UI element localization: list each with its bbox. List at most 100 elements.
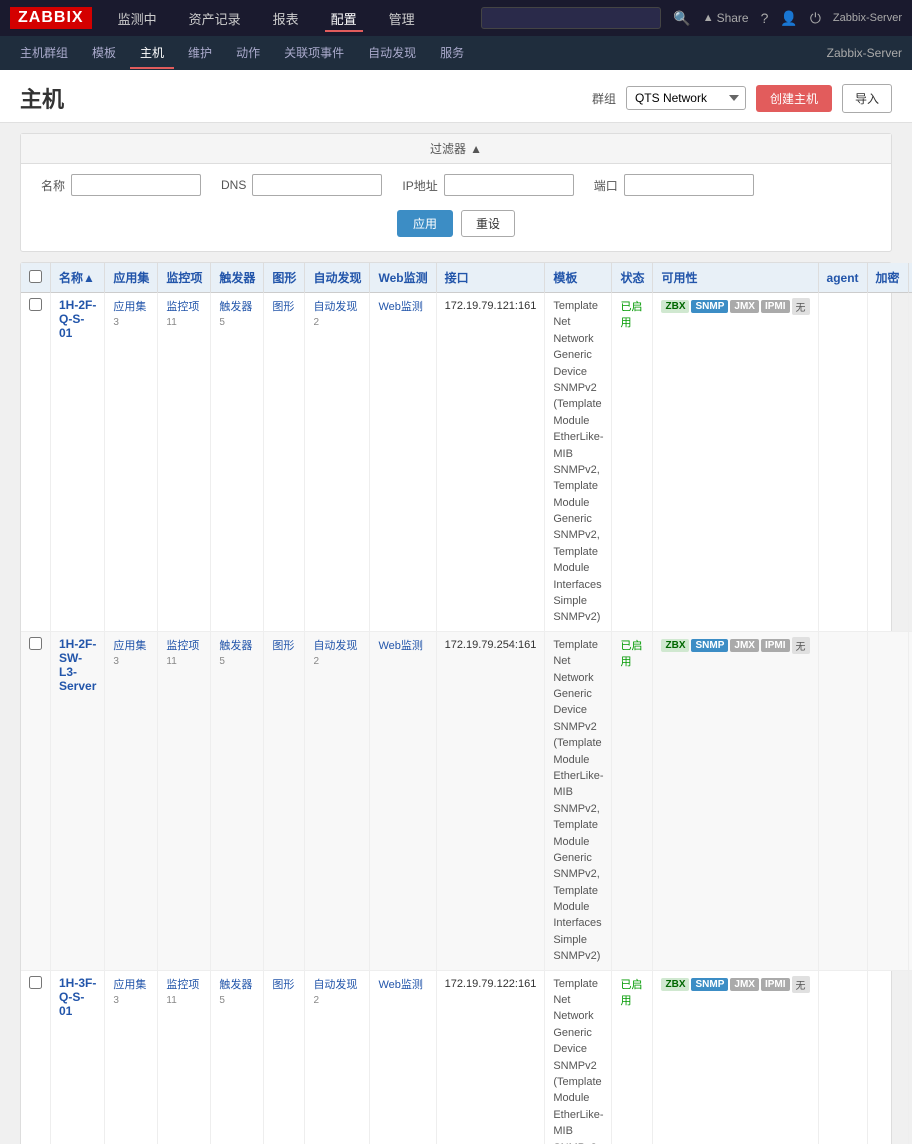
host-link[interactable]: 1H-2F-Q-S-01 — [59, 298, 96, 340]
import-button[interactable]: 导入 — [842, 84, 892, 113]
share-icon: ▲ — [703, 12, 714, 24]
monitor-link[interactable]: 监控项11 — [166, 640, 199, 667]
nav-services[interactable]: 服务 — [430, 38, 474, 69]
col-graphs: 图形 — [264, 263, 305, 293]
hosts-table-section: 名称▲ 应用集 监控项 触发器 图形 自动发现 Web监测 接口 模板 状态 可… — [20, 262, 892, 1144]
trigger-link[interactable]: 触发器5 — [219, 979, 252, 1006]
nav-assets[interactable]: 资产记录 — [183, 5, 247, 32]
row-checkbox-cell — [21, 970, 51, 1144]
share-button[interactable]: ▲ Share — [703, 11, 749, 25]
discover-link[interactable]: 自动发现2 — [313, 979, 357, 1006]
row-template-cell: Template Net Network Generic Device SNMP… — [545, 970, 612, 1144]
row-checkbox[interactable] — [29, 976, 42, 989]
ip-field: IP地址 — [402, 174, 573, 196]
badge-ipmi: IPMI — [761, 978, 790, 991]
row-template-cell: Template Net Network Generic Device SNMP… — [545, 293, 612, 632]
graph-link[interactable]: 图形 — [272, 979, 294, 991]
nav-reports[interactable]: 报表 — [267, 5, 305, 32]
row-trigger-cell: 触发器5 — [211, 293, 264, 632]
search-input[interactable] — [481, 7, 661, 29]
filter-section: 过滤器 ▲ 名称 DNS IP地址 端口 — [20, 133, 892, 252]
badge-ipmi: IPMI — [761, 639, 790, 652]
graph-link[interactable]: 图形 — [272, 640, 294, 652]
power-icon[interactable]: ⏻ — [810, 10, 821, 27]
badge-snmp: SNMP — [691, 639, 728, 652]
col-availability: 可用性 — [653, 263, 818, 293]
nav-monitor[interactable]: 监测中 — [112, 5, 163, 32]
nav-actions[interactable]: 动作 — [226, 38, 270, 69]
ip-label: IP地址 — [402, 177, 437, 194]
user-icon[interactable]: 👤 — [780, 10, 797, 27]
ip-text: 172.19.79.122:161 — [445, 978, 537, 990]
row-checkbox[interactable] — [29, 637, 42, 650]
app-link[interactable]: 应用集3 — [113, 640, 146, 667]
group-label: 群组 — [592, 90, 616, 107]
row-status-cell: 已启用 — [612, 631, 653, 970]
status-label: 已启用 — [620, 640, 642, 668]
name-field: 名称 — [41, 174, 201, 196]
nav-maintenance[interactable]: 维护 — [178, 38, 222, 69]
monitor-link[interactable]: 监控项11 — [166, 979, 199, 1006]
ip-text: 172.19.79.254:161 — [445, 639, 537, 651]
app-link[interactable]: 应用集3 — [113, 979, 146, 1006]
row-monitor-cell: 监控项11 — [158, 631, 211, 970]
badge-jmx: JMX — [730, 639, 759, 652]
create-host-button[interactable]: 创建主机 — [756, 85, 832, 112]
col-checkbox — [21, 263, 51, 293]
discover-link[interactable]: 自动发现2 — [313, 640, 357, 667]
row-app-cell: 应用集3 — [105, 631, 158, 970]
row-name-cell: 1H-2F-SW-L3-Server — [51, 631, 105, 970]
top-nav: ZABBIX 监测中 资产记录 报表 配置 管理 🔍 ▲ Share ? 👤 ⏻… — [0, 0, 912, 36]
nav-admin[interactable]: 管理 — [383, 5, 421, 32]
apply-button[interactable]: 应用 — [397, 210, 453, 237]
header-right: 群组 QTS Network 创建主机 导入 — [592, 84, 892, 113]
nav-templates[interactable]: 模板 — [82, 38, 126, 69]
badge-zbx: ZBX — [661, 300, 689, 313]
row-checkbox-cell — [21, 631, 51, 970]
row-encrypt-cell — [867, 970, 908, 1144]
badge-none: 无 — [792, 298, 810, 315]
trigger-link[interactable]: 触发器5 — [219, 640, 252, 667]
discover-link[interactable]: 自动发现2 — [313, 301, 357, 328]
name-input[interactable] — [71, 174, 201, 196]
port-input[interactable] — [624, 174, 754, 196]
filter-row: 名称 DNS IP地址 端口 — [41, 174, 871, 196]
dns-input[interactable] — [252, 174, 382, 196]
col-triggers: 触发器 — [211, 263, 264, 293]
trigger-link[interactable]: 触发器5 — [219, 301, 252, 328]
row-ip-cell: 172.19.79.122:161 — [436, 970, 545, 1144]
col-interface: 接口 — [436, 263, 545, 293]
row-avail-cell: ZBX SNMP JMX IPMI 无 — [653, 631, 818, 970]
graph-link[interactable]: 图形 — [272, 301, 294, 313]
row-checkbox[interactable] — [29, 298, 42, 311]
col-status: 状态 — [612, 263, 653, 293]
ip-input[interactable] — [444, 174, 574, 196]
filter-chevron-icon: ▲ — [470, 142, 482, 156]
row-status-cell: 已启用 — [612, 293, 653, 632]
web-link[interactable]: Web监测 — [378, 640, 422, 652]
host-link[interactable]: 1H-2F-SW-L3-Server — [59, 637, 96, 693]
web-link[interactable]: Web监测 — [378, 301, 422, 313]
row-agent-cell — [818, 293, 867, 632]
nav-correlation[interactable]: 关联项事件 — [274, 38, 354, 69]
filter-toggle[interactable]: 过滤器 ▲ — [21, 134, 891, 164]
nav-hostgroups[interactable]: 主机群组 — [10, 38, 78, 69]
filter-actions: 应用 重设 — [41, 204, 871, 241]
app-link[interactable]: 应用集3 — [113, 301, 146, 328]
search-icon[interactable]: 🔍 — [673, 10, 690, 27]
reset-button[interactable]: 重设 — [461, 210, 515, 237]
nav-config[interactable]: 配置 — [325, 5, 363, 32]
badge-snmp: SNMP — [691, 300, 728, 313]
monitor-link[interactable]: 监控项11 — [166, 301, 199, 328]
availability-badges: ZBX SNMP JMX IPMI 无 — [661, 976, 809, 993]
host-link[interactable]: 1H-3F-Q-S-01 — [59, 976, 96, 1018]
nav-hosts[interactable]: 主机 — [130, 38, 174, 69]
nav-discovery[interactable]: 自动发现 — [358, 38, 426, 69]
help-icon[interactable]: ? — [761, 10, 769, 26]
select-all-checkbox[interactable] — [29, 270, 42, 283]
col-name[interactable]: 名称▲ — [51, 263, 105, 293]
web-link[interactable]: Web监测 — [378, 979, 422, 991]
ip-text: 172.19.79.121:161 — [445, 300, 537, 312]
group-select[interactable]: QTS Network — [626, 86, 746, 110]
col-agent: agent — [818, 263, 867, 293]
